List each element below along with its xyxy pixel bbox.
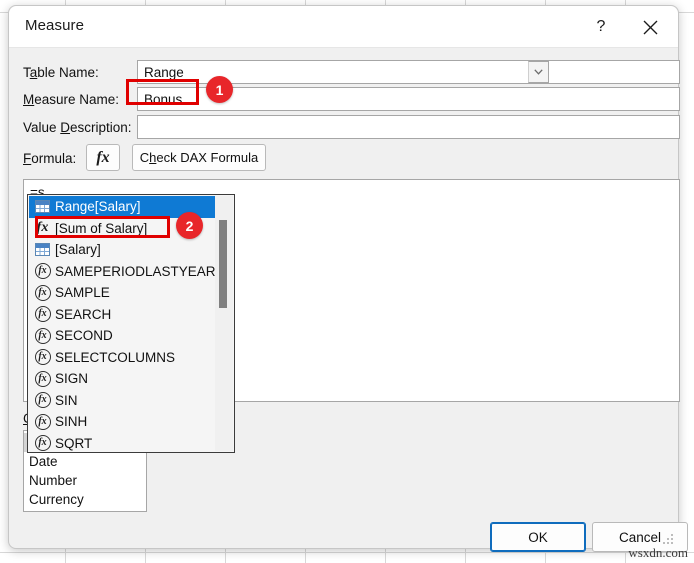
autocomplete-item[interactable]: fx SINH <box>29 411 217 433</box>
autocomplete-item-label: SEARCH <box>55 306 112 322</box>
dialog-title: Measure <box>25 17 85 34</box>
autocomplete-item-label: [Salary] <box>55 242 101 258</box>
function-icon: fx <box>34 284 51 301</box>
autocomplete-item[interactable]: fx SIN <box>29 390 217 412</box>
autocomplete-item-label: SAMEPERIODLASTYEAR <box>55 263 216 279</box>
category-item[interactable]: TRUE\FALSE <box>24 509 146 511</box>
annotation-badge-1: 1 <box>206 76 233 103</box>
autocomplete-item-label: Range[Salary] <box>55 199 141 215</box>
scrollbar-thumb[interactable] <box>219 220 227 308</box>
value-description-input[interactable] <box>137 115 680 139</box>
autocomplete-item[interactable]: fx SELECTCOLUMNS <box>29 347 217 369</box>
measure-fx-icon: fx <box>36 220 49 236</box>
autocomplete-item[interactable]: fx SECOND <box>29 325 217 347</box>
formula-autocomplete-popup[interactable]: Range[Salary] fx [Sum of Salary] [Salary] fx… <box>27 194 235 453</box>
autocomplete-item-label: SECOND <box>55 328 113 344</box>
autocomplete-item-label: [Sum of Salary] <box>55 220 148 236</box>
function-icon: fx <box>34 435 51 451</box>
ok-button[interactable]: OK <box>490 522 586 552</box>
autocomplete-scrollbar[interactable] <box>215 196 233 451</box>
autocomplete-item-label: SELECTCOLUMNS <box>55 349 176 365</box>
autocomplete-item[interactable]: [Salary] <box>29 239 217 261</box>
help-icon[interactable]: ? <box>579 6 623 48</box>
chevron-down-icon[interactable] <box>528 61 549 83</box>
formula-label: Formula: <box>23 151 77 166</box>
autocomplete-item[interactable]: fx SQRT <box>29 433 217 451</box>
fx-icon-button[interactable]: fx <box>86 144 120 171</box>
function-icon: fx <box>34 370 51 387</box>
function-icon: fx <box>34 306 51 323</box>
resize-grip[interactable] <box>663 534 674 545</box>
function-icon: fx <box>34 349 51 366</box>
autocomplete-item-label: SIGN <box>55 371 89 387</box>
category-item[interactable]: Number <box>24 471 146 490</box>
close-icon[interactable] <box>628 6 672 48</box>
watermark: wsxdn.com <box>628 545 688 560</box>
table-name-label: Table Name: <box>23 65 99 80</box>
autocomplete-item[interactable]: fx SAMPLE <box>29 282 217 304</box>
autocomplete-item[interactable]: fx SAMEPERIODLASTYEAR <box>29 261 217 283</box>
category-item[interactable]: Currency <box>24 490 146 509</box>
autocomplete-item[interactable]: fx SEARCH <box>29 304 217 326</box>
dialog-titlebar: Measure ? <box>9 6 678 48</box>
autocomplete-item-label: SIN <box>55 392 78 408</box>
table-icon <box>34 199 51 214</box>
check-dax-formula-button[interactable]: Check DAX Formula <box>132 144 266 171</box>
category-item[interactable]: Date <box>24 452 146 471</box>
grid-line-horizontal <box>0 552 694 553</box>
function-icon: fx <box>34 327 51 344</box>
table-icon <box>34 242 51 257</box>
function-icon: fx <box>34 392 51 409</box>
measure-name-label: Measure Name: <box>23 92 120 107</box>
autocomplete-item-label: SAMPLE <box>55 285 110 301</box>
autocomplete-item[interactable]: fx SIGN <box>29 368 217 390</box>
value-description-label: Value Description: <box>23 120 132 135</box>
function-icon: fx <box>34 413 51 430</box>
annotation-badge-2: 2 <box>176 212 203 239</box>
function-icon: fx <box>34 263 51 280</box>
autocomplete-item-label: SQRT <box>55 435 93 451</box>
autocomplete-item-label: SINH <box>55 414 88 430</box>
